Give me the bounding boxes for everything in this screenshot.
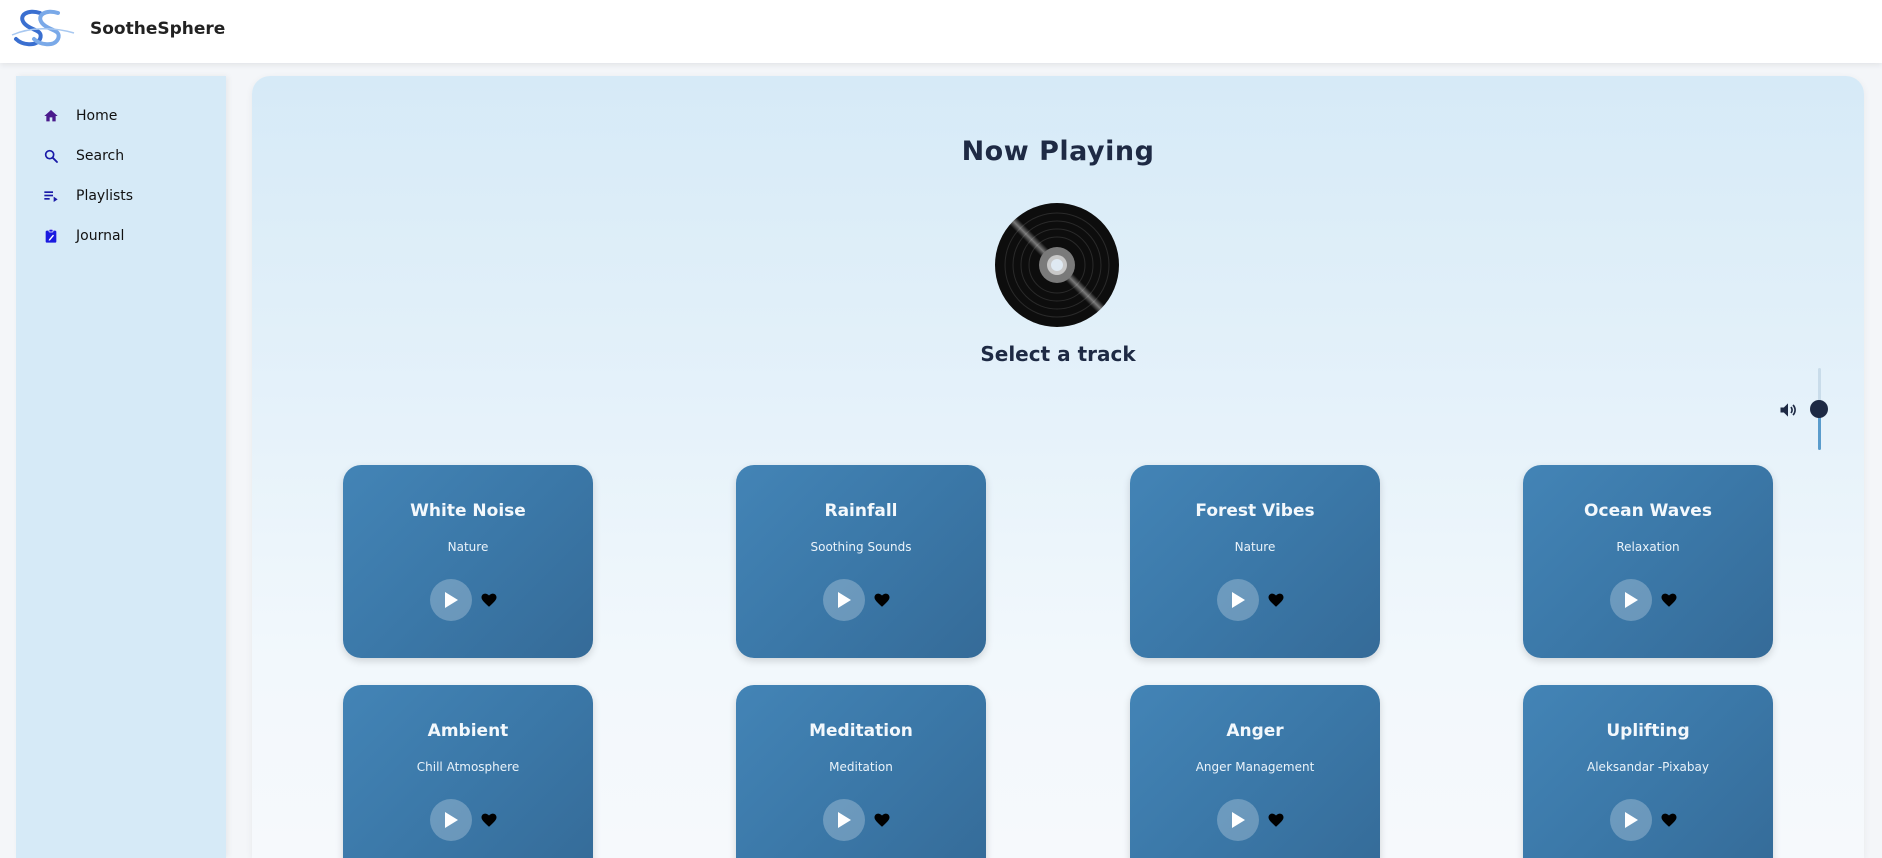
track-card-subtitle: Aleksandar -Pixabay [1587, 760, 1709, 774]
sidebar-item-playlists[interactable]: Playlists [40, 184, 133, 208]
sidebar-item-label: Search [76, 148, 125, 164]
sidebar: Home Search Playlists Journal [16, 76, 226, 858]
track-card[interactable]: Ambient Chill Atmosphere [343, 685, 593, 858]
track-card-subtitle: Chill Atmosphere [416, 760, 520, 774]
favorite-heart-icon[interactable] [1660, 591, 1678, 609]
track-card[interactable]: Meditation Meditation [736, 685, 986, 858]
play-button[interactable] [823, 579, 865, 621]
track-card-subtitle: Soothing Sounds [810, 540, 912, 554]
current-track-title: Select a track [980, 342, 1136, 366]
clipboard-icon [40, 225, 62, 247]
track-card[interactable]: Rainfall Soothing Sounds [736, 465, 986, 658]
play-icon [1232, 812, 1245, 828]
favorite-heart-icon[interactable] [1267, 811, 1285, 829]
track-card[interactable]: Forest Vibes Nature [1130, 465, 1380, 658]
track-card-title: Ocean Waves [1584, 501, 1712, 521]
sidebar-item-label: Journal [76, 228, 125, 244]
app-name[interactable]: SootheSphere [90, 19, 225, 39]
track-card-title: Meditation [809, 721, 913, 741]
sidebar-item-label: Playlists [76, 188, 134, 204]
sidebar-item-search[interactable]: Search [40, 144, 124, 168]
favorite-heart-icon[interactable] [480, 811, 498, 829]
track-card-subtitle: Meditation [829, 760, 893, 774]
play-icon [1625, 812, 1638, 828]
track-card-subtitle: Relaxation [1616, 540, 1680, 554]
play-button[interactable] [1610, 799, 1652, 841]
track-card-title: Rainfall [824, 501, 898, 521]
favorite-heart-icon[interactable] [873, 811, 891, 829]
sidebar-item-home[interactable]: Home [40, 104, 117, 128]
play-icon [1232, 592, 1245, 608]
home-icon [40, 105, 62, 127]
favorite-heart-icon[interactable] [1660, 811, 1678, 829]
track-card-subtitle: Anger Management [1195, 760, 1315, 774]
play-button[interactable] [430, 579, 472, 621]
track-card-title: Anger [1226, 721, 1284, 741]
play-button[interactable] [1217, 799, 1259, 841]
track-card[interactable]: Anger Anger Management [1130, 685, 1380, 858]
track-card-subtitle: Nature [447, 540, 489, 554]
ss-monogram-logo[interactable] [10, 5, 76, 53]
app-header: SootheSphere [0, 0, 1882, 63]
track-card-title: Ambient [427, 721, 509, 741]
play-icon [445, 812, 458, 828]
track-card-title: Forest Vibes [1195, 501, 1315, 521]
now-playing-heading: Now Playing [961, 136, 1155, 167]
play-icon [838, 592, 851, 608]
play-icon [838, 812, 851, 828]
volume-slider-thumb[interactable] [1810, 400, 1828, 418]
play-icon [445, 592, 458, 608]
track-card[interactable]: Uplifting Aleksandar -Pixabay [1523, 685, 1773, 858]
vinyl-record-icon [994, 202, 1120, 328]
favorite-heart-icon[interactable] [480, 591, 498, 609]
favorite-heart-icon[interactable] [873, 591, 891, 609]
sidebar-item-label: Home [76, 108, 118, 124]
playlist-icon [40, 185, 62, 207]
volume-icon[interactable] [1778, 400, 1798, 420]
play-button[interactable] [823, 799, 865, 841]
main-panel: Now Playing Select a track White Noise N… [252, 76, 1864, 858]
play-button[interactable] [1217, 579, 1259, 621]
play-icon [1625, 592, 1638, 608]
play-button[interactable] [1610, 579, 1652, 621]
track-card-subtitle: Nature [1234, 540, 1276, 554]
sidebar-item-journal[interactable]: Journal [40, 224, 124, 248]
track-card[interactable]: Ocean Waves Relaxation [1523, 465, 1773, 658]
track-card-title: White Noise [410, 501, 526, 521]
search-icon [40, 145, 62, 167]
play-button[interactable] [430, 799, 472, 841]
track-card[interactable]: White Noise Nature [343, 465, 593, 658]
favorite-heart-icon[interactable] [1267, 591, 1285, 609]
track-card-title: Uplifting [1606, 721, 1690, 741]
